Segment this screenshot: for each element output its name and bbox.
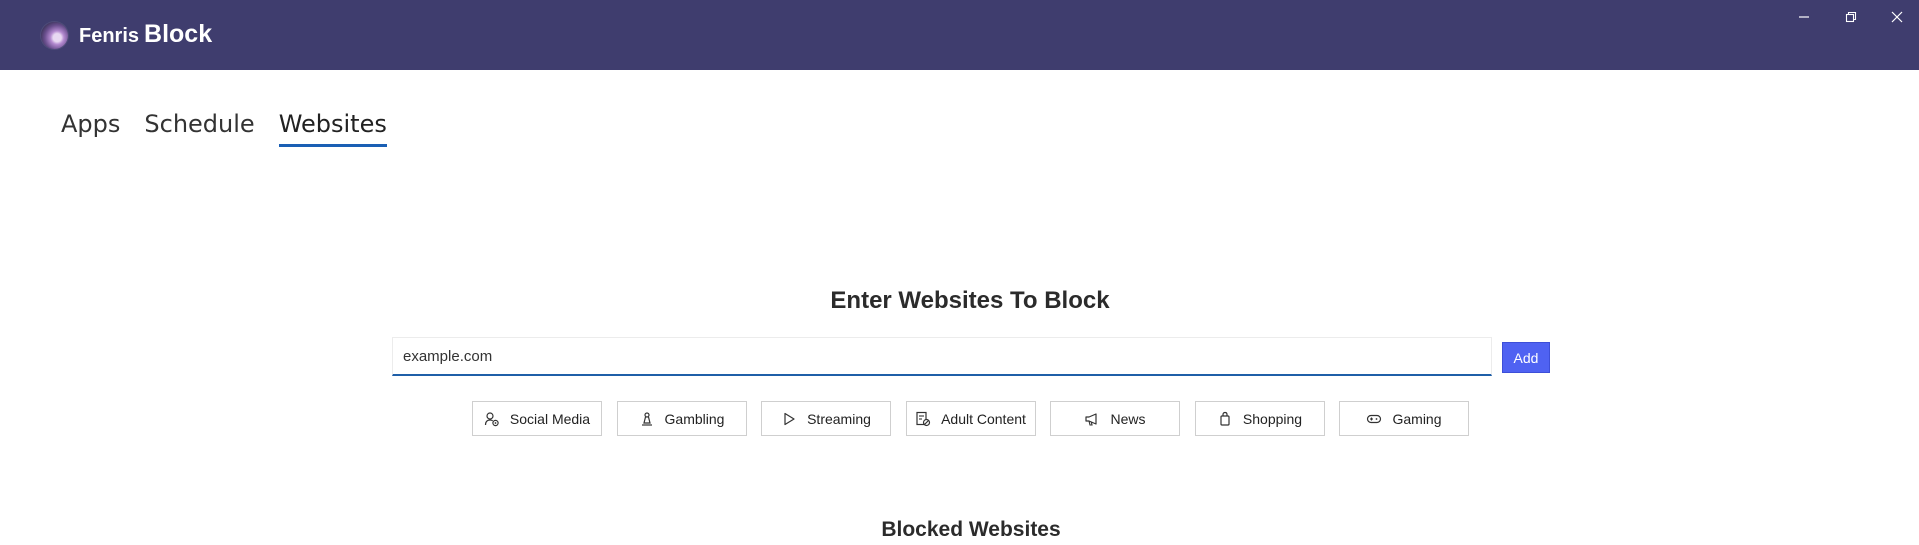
minimize-icon bbox=[1799, 16, 1809, 18]
category-label: Gaming bbox=[1392, 410, 1442, 427]
category-label: Shopping bbox=[1242, 410, 1303, 427]
category-adult-content-button[interactable]: Adult Content bbox=[905, 401, 1036, 436]
category-gambling-button[interactable]: Gambling bbox=[616, 401, 747, 436]
restore-icon bbox=[1845, 11, 1857, 23]
blocked-websites-heading: Blocked Websites bbox=[881, 518, 1061, 541]
category-news-button[interactable]: News bbox=[1050, 401, 1180, 436]
gamepad-icon bbox=[1366, 411, 1382, 427]
website-input[interactable] bbox=[393, 338, 1491, 374]
close-button[interactable] bbox=[1882, 6, 1912, 28]
tab-bar: Apps Schedule Websites bbox=[61, 110, 411, 147]
category-social-media-button[interactable]: Social Media bbox=[472, 401, 602, 436]
category-buttons: Social Media Gambling Streaming Adult Co… bbox=[472, 401, 1484, 436]
title-bar: Fenris Block bbox=[0, 0, 1919, 70]
app-title-part1: Fenris bbox=[79, 25, 140, 47]
tab-websites[interactable]: Websites bbox=[278, 110, 387, 147]
category-label: Streaming bbox=[807, 410, 871, 427]
play-icon bbox=[781, 411, 797, 427]
chess-pawn-icon bbox=[639, 411, 655, 427]
category-label: Adult Content bbox=[941, 410, 1026, 427]
fenris-logo-icon bbox=[41, 22, 68, 49]
page-heading: Enter Websites To Block bbox=[830, 287, 1110, 314]
close-icon bbox=[1891, 11, 1903, 23]
restricted-doc-icon bbox=[915, 411, 931, 427]
shopping-bag-icon bbox=[1217, 411, 1233, 427]
minimize-button[interactable] bbox=[1789, 6, 1819, 28]
category-streaming-button[interactable]: Streaming bbox=[761, 401, 891, 436]
tab-apps[interactable]: Apps bbox=[61, 110, 120, 147]
restore-button[interactable] bbox=[1836, 6, 1866, 28]
add-button[interactable]: Add bbox=[1502, 342, 1550, 373]
website-input-container bbox=[392, 337, 1492, 376]
category-label: News bbox=[1110, 410, 1146, 427]
people-settings-icon bbox=[484, 411, 500, 427]
app-title: Fenris Block bbox=[79, 20, 212, 49]
category-shopping-button[interactable]: Shopping bbox=[1194, 401, 1325, 436]
category-gaming-button[interactable]: Gaming bbox=[1339, 401, 1469, 436]
category-label: Gambling bbox=[664, 410, 725, 427]
category-label: Social Media bbox=[509, 410, 591, 427]
tab-schedule[interactable]: Schedule bbox=[144, 110, 254, 147]
megaphone-icon bbox=[1084, 411, 1100, 427]
app-title-part2: Block bbox=[144, 20, 213, 48]
